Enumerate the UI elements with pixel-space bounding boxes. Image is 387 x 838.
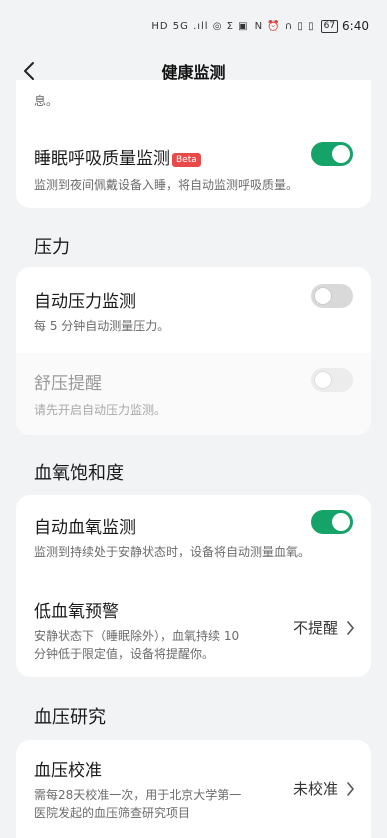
- status-icons-right: N ⏰ ∩ ▯ ▯: [254, 20, 315, 32]
- auto-stress-toggle[interactable]: [311, 284, 353, 308]
- sleep-settings-card: 息。 睡眠呼吸质量监测 Beta 监测到夜间佩戴设备入睡，将自动监测呼吸质量。: [16, 80, 371, 208]
- partial-text: 息。: [34, 94, 59, 108]
- beta-badge: Beta: [172, 153, 201, 167]
- low-spo2-alert-row[interactable]: 低血氧预警 安静状态下（睡眠除外），血氧持续 10 分钟低于限定值，设备将提醒你…: [16, 583, 371, 677]
- bp-calibration-value: 未校准: [292, 780, 338, 798]
- spo2-card: 自动血氧监测 监测到持续处于安静状态时，设备将自动测量血氧。 低血氧预警 安静状…: [16, 495, 371, 677]
- auto-spo2-description: 监测到持续处于安静状态时，设备将自动测量血氧。: [34, 545, 311, 559]
- bp-calibration-title: 血压校准: [34, 761, 102, 781]
- battery-indicator: 67: [320, 19, 339, 33]
- sleep-breath-description: 监测到夜间佩戴设备入睡，将自动监测呼吸质量。: [34, 178, 299, 192]
- auto-stress-title: 自动压力监测: [34, 292, 136, 312]
- sleep-breath-row[interactable]: 睡眠呼吸质量监测 Beta 监测到夜间佩戴设备入睡，将自动监测呼吸质量。: [16, 132, 371, 202]
- status-bar: HD 5G .ıll ◎ Σ ▣ N ⏰ ∩ ▯ ▯ 67 6:40: [0, 0, 387, 52]
- section-title-stress: 压力: [34, 237, 70, 258]
- low-spo2-alert-value-link[interactable]: 不提醒: [293, 617, 355, 638]
- low-spo2-alert-value: 不提醒: [292, 619, 338, 637]
- relax-reminder-description: 请先开启自动压力监测。: [34, 403, 167, 417]
- auto-spo2-row[interactable]: 自动血氧监测 监测到持续处于安静状态时，设备将自动测量血氧。: [16, 495, 371, 575]
- status-time: 6:40: [342, 19, 369, 33]
- low-spo2-alert-description-1: 安静状态下（睡眠除外），血氧持续 10: [34, 629, 240, 643]
- stress-card: 自动压力监测 每 5 分钟自动测量压力。 舒压提醒 请先开启自动压力监测。: [16, 267, 371, 435]
- auto-spo2-toggle[interactable]: [311, 510, 353, 534]
- toggle-knob: [314, 371, 332, 389]
- auto-spo2-title: 自动血氧监测: [34, 518, 136, 538]
- chevron-right-icon: [346, 620, 355, 635]
- bp-calibration-row[interactable]: 血压校准 需每28天校准一次，用于北京大学第一 医院发起的血压筛查研究项目 未校…: [16, 740, 371, 838]
- auto-stress-row[interactable]: 自动压力监测 每 5 分钟自动测量压力。: [16, 267, 371, 351]
- bp-calibration-description-1: 需每28天校准一次，用于北京大学第一: [34, 788, 242, 802]
- auto-stress-description: 每 5 分钟自动测量压力。: [34, 319, 170, 333]
- section-title-spo2: 血氧饱和度: [34, 463, 124, 484]
- toggle-knob: [314, 287, 332, 305]
- status-icons-left: HD 5G .ıll ◎ Σ ▣: [151, 20, 249, 32]
- blood-pressure-card: 血压校准 需每28天校准一次，用于北京大学第一 医院发起的血压筛查研究项目 未校…: [16, 740, 371, 838]
- relax-reminder-title: 舒压提醒: [34, 374, 102, 394]
- bp-calibration-description-2: 医院发起的血压筛查研究项目: [34, 806, 191, 820]
- chevron-right-icon: [346, 781, 355, 796]
- low-spo2-alert-description-2: 分钟低于限定值，设备将提醒你。: [34, 647, 215, 661]
- low-spo2-alert-title: 低血氧预警: [34, 602, 119, 622]
- toggle-knob: [332, 513, 350, 531]
- bp-calibration-value-link[interactable]: 未校准: [293, 778, 355, 799]
- sleep-breath-toggle[interactable]: [311, 142, 353, 166]
- sleep-breath-title: 睡眠呼吸质量监测 Beta: [34, 144, 201, 169]
- sleep-breath-title-text: 睡眠呼吸质量监测: [34, 149, 170, 169]
- toggle-knob: [332, 145, 350, 163]
- section-title-blood-pressure: 血压研究: [34, 707, 106, 728]
- chevron-left-icon: [24, 62, 34, 80]
- relax-reminder-row: 舒压提醒 请先开启自动压力监测。: [16, 353, 371, 435]
- relax-reminder-toggle: [311, 368, 353, 392]
